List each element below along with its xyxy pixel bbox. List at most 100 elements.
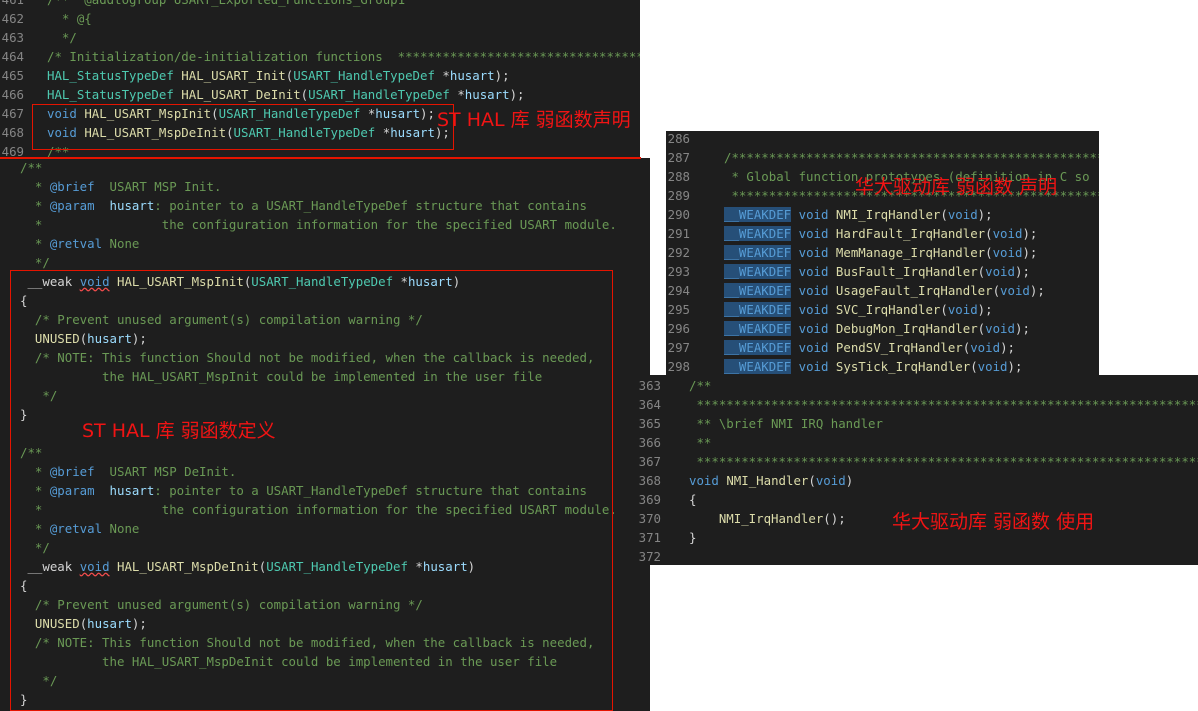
code-token: * [20, 236, 50, 251]
code-line: 367 ************************************… [637, 452, 1198, 471]
code-token: SysTick_IrqHandler [835, 359, 971, 374]
line-number: 371 [638, 530, 661, 545]
code-text: HAL_StatusTypeDef HAL_USART_DeInit(USART… [47, 85, 524, 104]
code-token: void [815, 473, 846, 488]
line-number: 287 [667, 150, 690, 165]
code-token: void [798, 283, 829, 298]
code-token: * [20, 198, 50, 213]
code-line: 290 __WEAKDEF void NMI_IrqHandler(void); [666, 205, 1099, 224]
code-text: __WEAKDEF void NMI_IrqHandler(void); [724, 205, 993, 224]
line-number: 297 [667, 340, 690, 355]
hdsc-usage-editor: 363/** 364 ******************************… [637, 375, 1198, 565]
code-token: __WEAKDEF [724, 359, 792, 374]
code-token: HardFault_IrqHandler [835, 226, 986, 241]
code-text: */ [47, 28, 77, 47]
code-token: void [798, 340, 829, 355]
code-token: NMI_IrqHandler [835, 207, 941, 222]
code-token: SVC_IrqHandler [835, 302, 941, 317]
code-token: void [947, 302, 978, 317]
code-token: ); [1000, 340, 1015, 355]
annotation-hdsc-declaration: 华大驱动库 弱函数 声明 [855, 176, 1058, 198]
code-token: void [798, 226, 829, 241]
line-number: 372 [638, 549, 661, 564]
line-number: 294 [667, 283, 690, 298]
code-line: 287 /************************************… [666, 148, 1099, 167]
code-token: void [947, 207, 978, 222]
code-token: void [1000, 283, 1030, 298]
line-number: 465 [1, 68, 24, 83]
line-number: 364 [638, 397, 661, 412]
code-token: HAL_USART_Init [181, 68, 286, 83]
code-token: /** [20, 160, 43, 175]
declaration-highlight-box [32, 104, 454, 150]
code-line: 366 ** [637, 433, 1198, 452]
code-text: NMI_IrqHandler(); [689, 509, 846, 528]
code-text: __WEAKDEF void SysTick_IrqHandler(void); [724, 357, 1022, 375]
code-token: @param [49, 198, 95, 213]
code-token: ( [300, 87, 309, 102]
code-token: void [689, 473, 719, 488]
code-token: UsageFault_IrqHandler [835, 283, 993, 298]
definition-highlight-box [10, 270, 613, 711]
code-token: ) [845, 473, 854, 488]
code-token: ); [1014, 321, 1030, 336]
code-token: __WEAKDEF [724, 264, 792, 279]
code-line: 372 [637, 547, 1198, 565]
code-token: USART_HandleTypeDef [293, 68, 435, 83]
line-number: 370 [638, 511, 661, 526]
code-token: ); [509, 87, 525, 102]
code-token: @retval [49, 236, 103, 251]
code-token: USART_HandleTypeDef [308, 87, 450, 102]
code-text: ** [689, 433, 711, 452]
code-text: /** [689, 376, 711, 395]
hdsc-declaration-editor: 286 287 /*********************************… [666, 131, 1099, 375]
code-token: void [992, 245, 1023, 260]
code-token: None [102, 236, 140, 251]
code-text: * @{ [47, 9, 92, 28]
code-line: 293 __WEAKDEF void BusFault_IrqHandler(vo… [666, 262, 1099, 281]
code-line: 463 */ [0, 28, 640, 47]
code-token: ** [689, 435, 712, 450]
code-token: * @{ [47, 11, 92, 26]
code-token: ); [1022, 226, 1038, 241]
code-line: 465 HAL_StatusTypeDef HAL_USART_Init(USAR… [0, 66, 640, 85]
code-token: NMI_IrqHandler [718, 511, 824, 526]
line-number: 369 [638, 492, 661, 507]
code-token: void [985, 264, 1015, 279]
code-token: ); [977, 207, 993, 222]
line-number: 286 [667, 131, 690, 146]
line-number: 466 [1, 87, 24, 102]
line-number: 293 [667, 264, 690, 279]
code-token: __WEAKDEF [724, 283, 792, 298]
line-number: 468 [1, 125, 24, 140]
line-number: 298 [667, 359, 690, 374]
code-text: /** [20, 158, 42, 177]
code-token: husart [449, 68, 495, 83]
code-token: void [798, 245, 829, 260]
code-token: __WEAKDEF [724, 340, 792, 355]
code-token: } [689, 530, 697, 545]
code-token: ( [970, 359, 978, 374]
line-number: 461 [0, 0, 24, 9]
code-token: void [992, 226, 1023, 241]
line-number: 291 [667, 226, 690, 241]
code-token: void [798, 321, 829, 336]
code-token: ); [1007, 359, 1023, 374]
annotation-hdsc-usage: 华大驱动库 弱函数 使用 [892, 511, 1095, 533]
code-token: ( [940, 302, 948, 317]
code-line: 461 /** @addtogroup USART_Exported_Functi… [0, 0, 640, 9]
line-number: 464 [1, 49, 24, 64]
